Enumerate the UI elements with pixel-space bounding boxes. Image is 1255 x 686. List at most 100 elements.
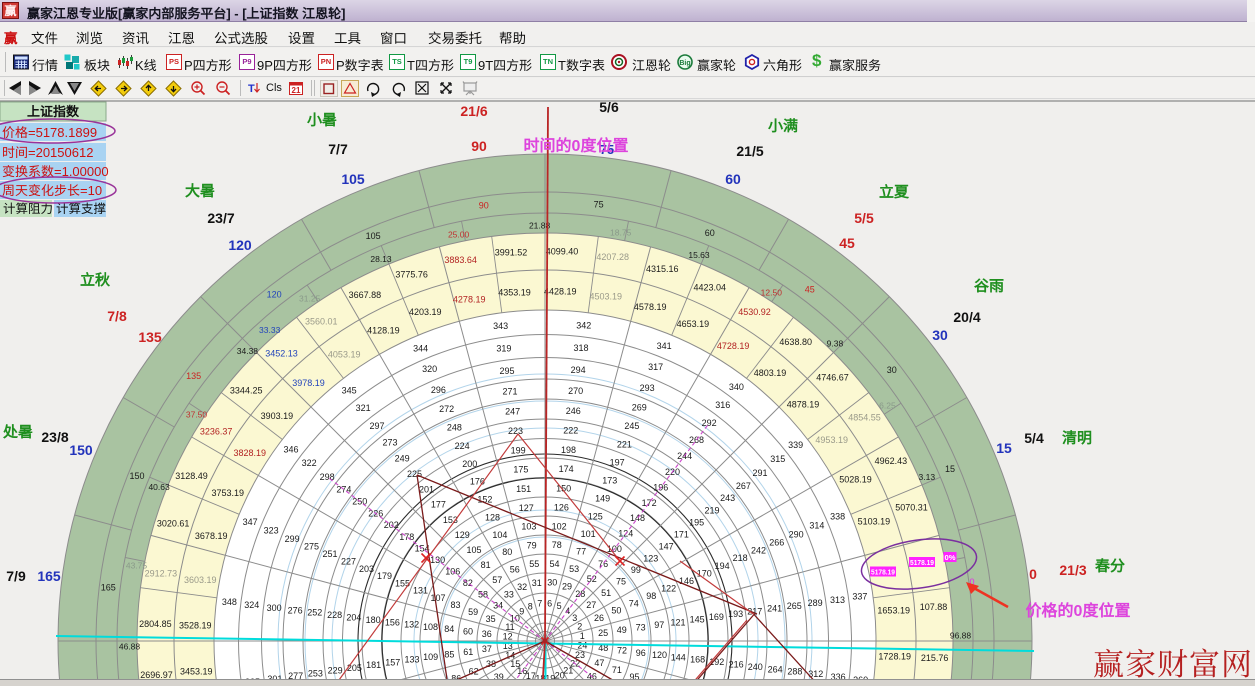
svg-text:21/6: 21/6 xyxy=(460,103,487,119)
svg-text:7: 7 xyxy=(537,599,542,609)
svg-text:173: 173 xyxy=(602,476,617,486)
svg-text:5070.31: 5070.31 xyxy=(895,503,928,513)
svg-text:谷雨: 谷雨 xyxy=(974,278,1004,295)
svg-text:37: 37 xyxy=(482,644,492,654)
svg-text:小满: 小满 xyxy=(767,118,798,135)
svg-text:2804.85: 2804.85 xyxy=(139,619,172,629)
svg-text:84: 84 xyxy=(444,624,454,634)
svg-text:75: 75 xyxy=(594,199,604,209)
svg-text:31: 31 xyxy=(532,578,542,588)
svg-text:133: 133 xyxy=(404,655,419,665)
svg-text:3128.49: 3128.49 xyxy=(175,471,208,481)
svg-text:172: 172 xyxy=(642,498,657,508)
svg-text:107: 107 xyxy=(430,593,445,603)
svg-text:处暑: 处暑 xyxy=(2,424,33,441)
svg-text:289: 289 xyxy=(808,598,823,608)
svg-text:27: 27 xyxy=(586,600,596,610)
svg-text:小暑: 小暑 xyxy=(306,112,337,129)
svg-text:周天变化步长=10: 周天变化步长=10 xyxy=(2,183,102,198)
svg-text:243: 243 xyxy=(720,493,735,503)
svg-text:4315.16: 4315.16 xyxy=(646,264,679,274)
svg-text:315: 315 xyxy=(770,454,785,464)
svg-text:12: 12 xyxy=(503,631,513,641)
svg-text:60: 60 xyxy=(463,627,473,637)
svg-text:59: 59 xyxy=(468,607,478,617)
svg-text:28.13: 28.13 xyxy=(370,254,392,264)
svg-text:Big: Big xyxy=(679,60,690,67)
svg-text:129: 129 xyxy=(455,530,470,540)
svg-text:51: 51 xyxy=(601,588,611,598)
svg-text:5/6: 5/6 xyxy=(599,99,619,115)
svg-text:252: 252 xyxy=(307,608,322,618)
svg-text:5/5: 5/5 xyxy=(854,210,874,226)
svg-text:150: 150 xyxy=(69,442,93,458)
svg-text:195: 195 xyxy=(689,518,704,528)
svg-text:109: 109 xyxy=(423,652,438,662)
svg-text:75: 75 xyxy=(616,577,626,587)
svg-text:1653.19: 1653.19 xyxy=(877,606,910,616)
svg-text:218: 218 xyxy=(733,553,748,563)
svg-text:6.25: 6.25 xyxy=(879,401,896,411)
svg-text:264: 264 xyxy=(768,664,783,674)
svg-text:199: 199 xyxy=(511,445,526,455)
svg-text:时间=20150612: 时间=20150612 xyxy=(2,145,93,160)
svg-text:3452.13: 3452.13 xyxy=(265,349,298,359)
svg-text:288: 288 xyxy=(787,667,802,677)
svg-text:229: 229 xyxy=(328,666,343,676)
svg-text:82: 82 xyxy=(463,578,473,588)
svg-text:338: 338 xyxy=(830,512,845,522)
svg-text:3678.19: 3678.19 xyxy=(195,531,228,541)
svg-text:148: 148 xyxy=(630,513,645,523)
svg-text:265: 265 xyxy=(787,601,802,611)
svg-text:273: 273 xyxy=(382,438,397,448)
svg-text:4803.19: 4803.19 xyxy=(754,368,787,378)
svg-text:78: 78 xyxy=(552,540,562,550)
svg-text:248: 248 xyxy=(447,423,462,433)
svg-text:时间的0度位置: 时间的0度位置 xyxy=(524,137,629,155)
svg-text:204: 204 xyxy=(346,613,361,623)
svg-text:101: 101 xyxy=(581,529,596,539)
svg-text:107.88: 107.88 xyxy=(920,602,948,612)
svg-text:4053.19: 4053.19 xyxy=(328,349,361,359)
svg-text:4423.04: 4423.04 xyxy=(694,283,727,293)
svg-text:242: 242 xyxy=(751,545,766,555)
svg-text:225: 225 xyxy=(407,469,422,479)
svg-text:上证指数: 上证指数 xyxy=(27,104,80,119)
svg-text:47: 47 xyxy=(594,658,604,668)
svg-text:0%: 0% xyxy=(945,553,956,562)
svg-text:150: 150 xyxy=(129,471,144,481)
svg-text:计算支撑: 计算支撑 xyxy=(56,202,107,216)
svg-text:249: 249 xyxy=(395,453,410,463)
svg-text:228: 228 xyxy=(327,610,342,620)
svg-text:价格的0度位置: 价格的0度位置 xyxy=(1026,602,1131,620)
svg-text:立夏: 立夏 xyxy=(879,183,910,201)
svg-text:146: 146 xyxy=(679,576,694,586)
svg-text:293: 293 xyxy=(640,383,655,393)
svg-text:49: 49 xyxy=(617,625,627,635)
svg-text:179: 179 xyxy=(377,571,392,581)
svg-text:4503.19: 4503.19 xyxy=(590,291,623,301)
svg-text:46.88: 46.88 xyxy=(119,641,141,651)
svg-text:205: 205 xyxy=(347,663,362,673)
svg-text:34.38: 34.38 xyxy=(237,346,259,356)
svg-text:174: 174 xyxy=(559,464,574,474)
svg-text:4428.19: 4428.19 xyxy=(544,286,577,296)
svg-text:4653.19: 4653.19 xyxy=(677,319,710,329)
svg-text:147: 147 xyxy=(659,541,674,551)
svg-text:15.63: 15.63 xyxy=(688,250,710,260)
svg-text:121: 121 xyxy=(670,617,685,627)
svg-text:132: 132 xyxy=(404,620,419,630)
svg-text:120: 120 xyxy=(228,237,252,253)
svg-text:120: 120 xyxy=(652,650,667,660)
svg-text:314: 314 xyxy=(809,521,824,531)
svg-text:4353.19: 4353.19 xyxy=(498,287,531,297)
svg-text:145: 145 xyxy=(690,615,705,625)
svg-text:4203.19: 4203.19 xyxy=(409,307,442,317)
svg-text:319: 319 xyxy=(496,344,511,354)
svg-text:340: 340 xyxy=(729,382,744,392)
svg-text:60: 60 xyxy=(725,171,741,187)
svg-text:125: 125 xyxy=(588,512,603,522)
svg-text:128: 128 xyxy=(485,512,500,522)
svg-text:120: 120 xyxy=(267,289,282,299)
svg-text:计算阻力: 计算阻力 xyxy=(3,202,53,216)
